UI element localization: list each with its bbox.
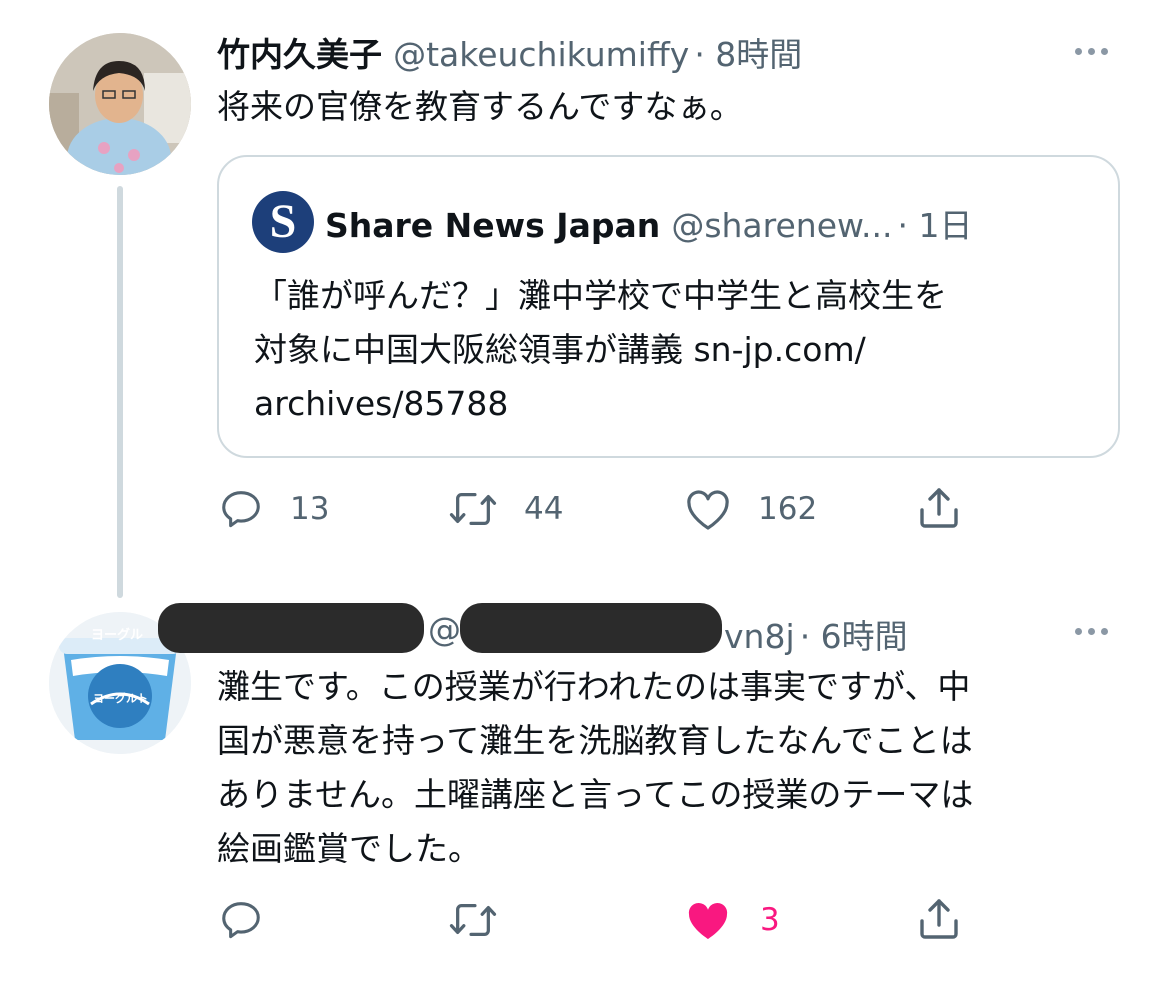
quote-line-2: 対象に中国大阪総領事が講義 sn-jp.com/ (254, 330, 866, 369)
like-count: 162 (758, 491, 818, 527)
reply-button[interactable]: 13 (218, 486, 329, 532)
redacted-handle (460, 603, 722, 653)
like-count-2: 3 (760, 902, 780, 938)
quote-text: 「誰が呼んだ？」灘中学校で中学生と高校生を 対象に中国大阪総領事が講義 sn-j… (254, 269, 947, 431)
quote-name: Share News Japan (325, 206, 661, 245)
timestamp[interactable]: · 8時間 (694, 35, 802, 74)
retweet-button-2[interactable] (448, 897, 498, 943)
retweet-icon (449, 492, 497, 526)
tweet1-text: 将来の官僚を教育するんですなぁ。 (217, 87, 743, 126)
more-icon-2[interactable] (1075, 628, 1108, 635)
reply-count: 13 (290, 491, 330, 527)
heart-icon (687, 490, 729, 530)
thread-line (117, 186, 123, 598)
timestamp-2[interactable]: · 6時間 (800, 617, 908, 656)
quote-line-1: 「誰が呼んだ？」灘中学校で中学生と高校生を (254, 276, 947, 315)
logo-letter: S (269, 195, 297, 248)
avatar-takeuchi[interactable] (49, 33, 191, 175)
more-icon[interactable] (1075, 48, 1108, 55)
avatar-label-top: ヨーグル (91, 628, 144, 643)
handle-prefix: @ (428, 610, 461, 649)
quote-logo: S (252, 191, 314, 253)
retweet-button[interactable]: 44 (448, 486, 563, 532)
handle[interactable]: @takeuchikumiffy (393, 35, 689, 74)
reply-icon (222, 902, 260, 939)
avatar-label-badge: ヨーグルト (93, 692, 148, 705)
share-button[interactable] (914, 484, 964, 532)
tweet2-line-3: ありません。土曜講座と言ってこの授業のテーマは (217, 775, 974, 814)
reply-icon (222, 491, 260, 528)
redacted-display-name (158, 603, 424, 653)
like-button-2[interactable]: 3 (684, 897, 780, 943)
quote-header: Share News Japan @sharenew... · 1日 (325, 199, 973, 247)
tweet2-line-2: 国が悪意を持って灘生を洗脳教育したなんでことは (217, 721, 973, 760)
tweet2-text: 灘生です。この授業が行われたのは事実ですが、中 国が悪意を持って灘生を洗脳教育し… (217, 660, 973, 876)
avatar-photo (49, 33, 191, 175)
share-icon (920, 488, 958, 528)
retweet-icon (449, 903, 497, 937)
tweet2-line-1: 灘生です。この授業が行われたのは事実ですが、中 (217, 667, 971, 706)
tweet2-line-4: 絵画鑑賞でした。 (217, 829, 481, 868)
tweet2-meta: vn8j · 6時間 (724, 610, 908, 658)
retweet-count: 44 (524, 491, 564, 527)
reply-button-2[interactable] (218, 897, 264, 943)
handle-suffix[interactable]: vn8j (724, 617, 795, 656)
display-name[interactable]: 竹内久美子 (217, 35, 382, 74)
tweet1-header: 竹内久美子 @takeuchikumiffy · 8時間 (217, 28, 802, 76)
quote-time: · 1日 (897, 206, 973, 245)
quote-handle: @sharenew... (671, 206, 893, 245)
share-button-2[interactable] (914, 895, 964, 943)
share-icon (920, 899, 958, 939)
like-button[interactable]: 162 (684, 486, 817, 532)
quote-tweet[interactable]: S Share News Japan @sharenew... · 1日 「誰が… (217, 155, 1120, 458)
heart-filled-icon (688, 902, 728, 939)
quote-line-3: archives/85788 (254, 384, 509, 423)
